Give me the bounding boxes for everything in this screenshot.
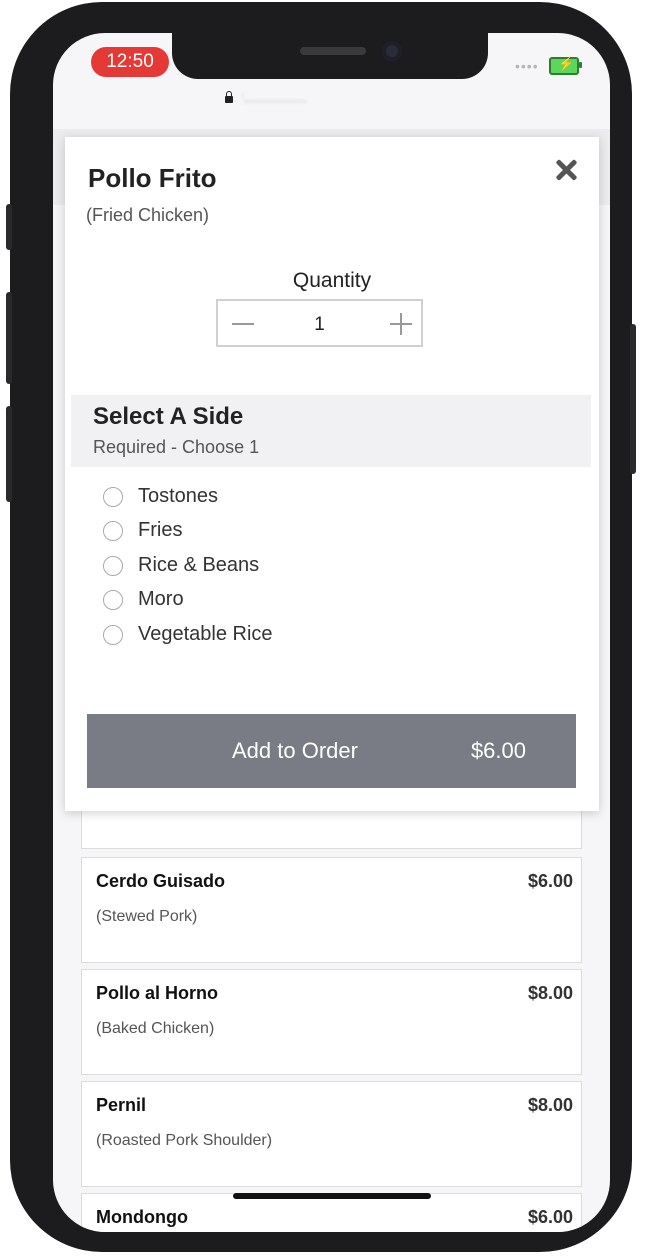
menu-item-price: $6.00 [527,1207,573,1227]
menu-item-name: Mondongo [96,1207,188,1227]
radio-button[interactable] [103,521,123,541]
radio-button[interactable] [103,487,123,507]
side-option-tostones[interactable]: Tostones [103,484,403,514]
menu-item-card[interactable]: Pollo al Horno $8.00 (Baked Chicken) [81,969,582,1075]
notch [172,33,488,79]
url-text: ʻ ̶̶ ̶ ̶ ̶ ̶ ̶ ̶ ̶ ̶ ̶ ̶ ̶ ̶ ̶ ̶ [241,91,303,107]
volume-down-button [6,406,12,502]
radio-button[interactable] [103,590,123,610]
radio-button[interactable] [103,625,123,645]
side-section-header: Select A Side Required - Choose 1 [71,395,591,467]
menu-item-description: (Stewed Pork) [96,908,198,925]
option-label: Moro [138,588,184,610]
mute-switch [6,204,12,250]
menu-item-name: Pollo al Horno [96,983,219,1003]
phone-frame: 12:50 •••• ⚡ ʻ ̶̶ ̶ ̶ ̶ ̶ ̶ ̶ ̶ ̶ ̶ ̶ ̶ … [6,2,636,1252]
battery-icon: ⚡ [549,56,582,75]
add-to-order-button[interactable]: Add to Order $6.00 [87,714,576,788]
menu-item-price: $6.00 [527,871,573,891]
item-options-modal: Pollo Frito (Fried Chicken) Quantity 1 S… [65,137,599,811]
modal-title: Pollo Frito [88,163,217,193]
option-label: Tostones [138,485,219,507]
section-title: Select A Side [93,403,244,430]
phone-screen: 12:50 •••• ⚡ ʻ ̶̶ ̶ ̶ ̶ ̶ ̶ ̶ ̶ ̶ ̶ ̶ ̶ … [53,33,610,1232]
menu-item-price: $8.00 [527,983,573,1003]
lock-icon [225,91,233,103]
menu-item-name: Pernil [96,1095,147,1115]
radio-button[interactable] [103,556,123,576]
quantity-stepper: 1 [216,299,423,347]
menu-item-price: $8.00 [527,1095,573,1115]
side-option-vegetable-rice[interactable]: Vegetable Rice [103,622,403,652]
side-option-moro[interactable]: Moro [103,587,403,617]
camera-icon [382,41,402,61]
signal-icon: •••• [515,58,539,74]
section-subtitle: Required - Choose 1 [93,437,260,457]
menu-item-description: (Roasted Pork Shoulder) [96,1132,273,1149]
power-button [630,324,636,474]
modal-subtitle: (Fried Chicken) [86,205,210,225]
menu-item-card[interactable]: Pernil $8.00 (Roasted Pork Shoulder) [81,1081,582,1187]
option-label: Rice & Beans [138,554,260,576]
option-label: Vegetable Rice [138,623,273,645]
add-to-order-price: $6.00 [470,738,526,763]
quantity-label: Quantity [292,269,372,292]
close-icon[interactable] [551,155,581,185]
side-option-fries[interactable]: Fries [103,518,403,548]
increment-button[interactable] [390,313,412,335]
menu-item-description: (Baked Chicken) [96,1020,215,1037]
home-indicator[interactable] [233,1193,431,1199]
speaker [300,47,366,55]
status-time: 12:50 [91,47,169,77]
add-to-order-label: Add to Order [232,738,358,763]
volume-up-button [6,292,12,384]
side-option-rice-beans[interactable]: Rice & Beans [103,553,403,583]
menu-item-name: Cerdo Guisado [96,871,226,891]
option-label: Fries [138,519,183,541]
menu-item-card[interactable]: Cerdo Guisado $6.00 (Stewed Pork) [81,857,582,963]
url-bar[interactable]: ʻ ̶̶ ̶ ̶ ̶ ̶ ̶ ̶ ̶ ̶ ̶ ̶ ̶ ̶ ̶ ̶ [53,85,610,119]
